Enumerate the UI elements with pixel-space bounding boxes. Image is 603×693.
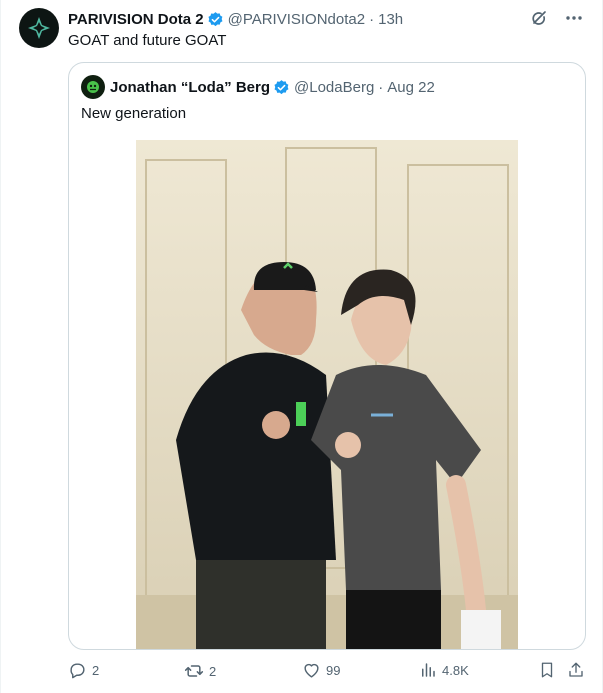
loda-logo-icon (87, 81, 99, 93)
quoted-author-avatar[interactable] (81, 75, 105, 99)
quoted-tweet-date[interactable]: Aug 22 (387, 79, 435, 96)
tweet-text: GOAT and future GOAT (68, 32, 227, 49)
bookmark-button[interactable] (538, 661, 556, 679)
like-button[interactable]: 99 (302, 661, 340, 680)
share-button[interactable] (567, 661, 585, 679)
repost-icon (184, 661, 204, 681)
more-icon[interactable] (564, 8, 584, 28)
share-icon (567, 661, 585, 679)
like-count: 99 (326, 663, 341, 678)
quoted-author-handle[interactable]: @LodaBerg (294, 79, 374, 96)
repost-count: 2 (209, 663, 217, 679)
repost-button[interactable]: 2 (184, 661, 216, 681)
photo-illustration (136, 140, 518, 649)
quoted-tweet[interactable]: Jonathan “Loda” Berg @LodaBerg · Aug 22 … (68, 62, 586, 650)
tweet-time[interactable]: 13h (378, 11, 403, 28)
tweet-action-bar: 2 2 99 4.8K (68, 661, 588, 685)
views-icon (419, 661, 437, 679)
quoted-separator-dot: · (378, 78, 384, 96)
reply-button[interactable]: 2 (68, 661, 99, 680)
quoted-verified-badge-icon (273, 79, 290, 96)
bookmark-icon (538, 661, 556, 679)
quoted-tweet-header: Jonathan “Loda” Berg @LodaBerg · Aug 22 (81, 75, 435, 99)
parivision-logo-icon (28, 17, 50, 39)
views-count: 4.8K (442, 662, 469, 678)
grok-icon[interactable] (530, 8, 550, 28)
views-button[interactable]: 4.8K (419, 661, 469, 679)
separator-dot: · (369, 10, 375, 28)
tweet-top-actions (530, 8, 584, 28)
author-avatar[interactable] (19, 8, 59, 48)
reply-count: 2 (92, 663, 100, 678)
like-icon (302, 661, 321, 680)
tweet-card: PARIVISION Dota 2 @PARIVISIONdota2 · 13h… (0, 0, 603, 693)
author-handle[interactable]: @PARIVISIONdota2 (228, 11, 366, 28)
tweet-header: PARIVISION Dota 2 @PARIVISIONdota2 · 13h (68, 9, 532, 29)
quoted-author-name[interactable]: Jonathan “Loda” Berg (110, 79, 270, 96)
reply-icon (68, 661, 87, 680)
author-name[interactable]: PARIVISION Dota 2 (68, 11, 204, 28)
verified-badge-icon (207, 11, 224, 28)
tweet-photo[interactable] (136, 140, 518, 649)
quoted-tweet-text: New generation (81, 105, 187, 122)
